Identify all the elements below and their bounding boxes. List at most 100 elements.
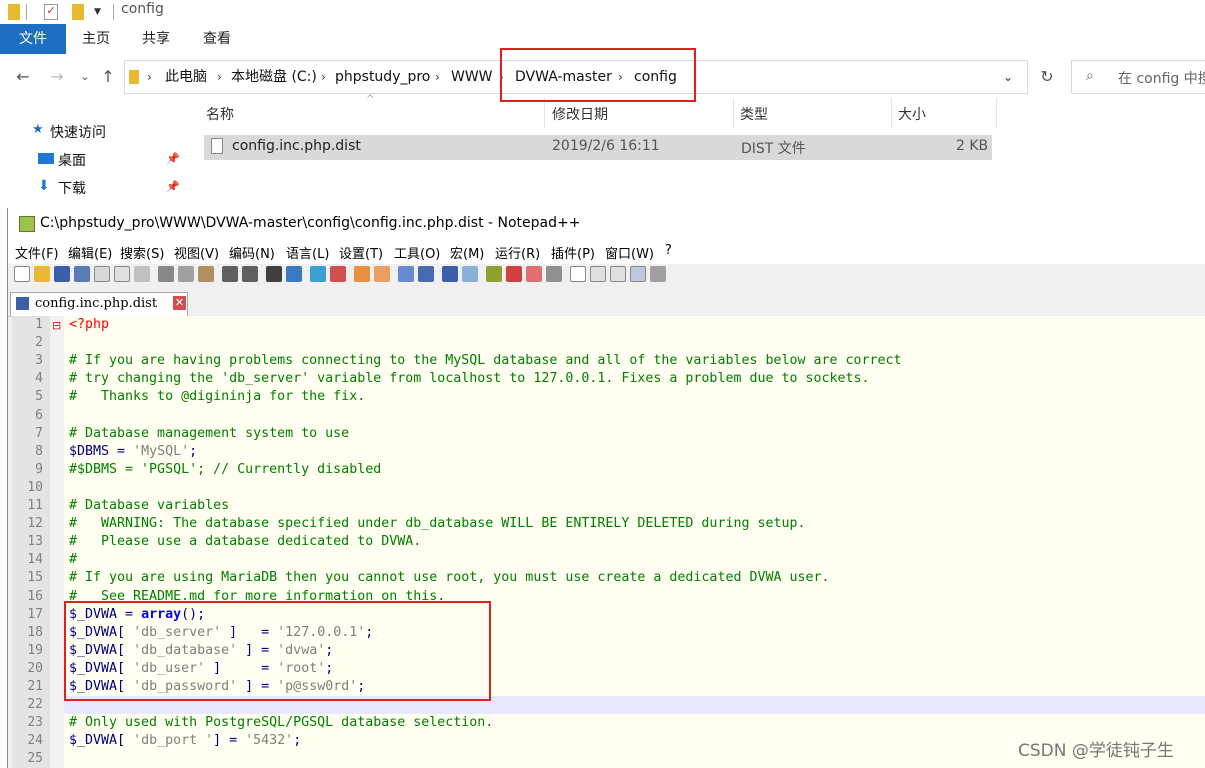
quick-access-dropdown-icon[interactable]: ▼ — [94, 4, 106, 20]
column-divider[interactable] — [891, 98, 892, 128]
line-number: 4 — [35, 371, 43, 387]
save-icon[interactable] — [54, 266, 70, 282]
copy-icon[interactable] — [178, 266, 194, 282]
menu-window[interactable]: 窗口(W) — [605, 243, 654, 262]
code-token: = — [109, 443, 134, 459]
play-macro-icon[interactable] — [610, 266, 626, 282]
address-dropdown-icon[interactable]: ⌄ — [1003, 61, 1013, 93]
breadcrumb-local-disk[interactable]: 本地磁盘 (C:) — [231, 61, 317, 93]
folder-icon — [129, 70, 139, 84]
new-folder-icon[interactable] — [72, 4, 84, 20]
table-row[interactable]: config.inc.php.dist 2019/2/6 16:11 DIST … — [204, 135, 992, 160]
properties-check-icon[interactable]: ✓ — [44, 4, 58, 20]
function-list-icon[interactable] — [506, 266, 522, 282]
menu-macro[interactable]: 宏(M) — [450, 243, 484, 262]
find-icon[interactable] — [266, 266, 282, 282]
code-line: # try changing the 'db_server' variable … — [69, 370, 870, 388]
save-all-icon[interactable] — [74, 266, 90, 282]
code-line: # Database management system to use — [69, 425, 349, 443]
chevron-right-icon[interactable]: › — [217, 61, 222, 93]
close-all-icon[interactable] — [114, 266, 130, 282]
code-token: # Database management system to use — [69, 425, 350, 441]
up-arrow-icon[interactable]: ↑ — [98, 64, 118, 90]
print-icon[interactable] — [134, 266, 150, 282]
back-arrow-icon[interactable]: ← — [10, 64, 36, 90]
tab-share[interactable]: 共享 — [136, 24, 176, 54]
sync-horizontal-icon[interactable] — [374, 266, 390, 282]
search-input[interactable]: ⌕ 在 config 中搜 — [1071, 60, 1205, 94]
sync-vertical-icon[interactable] — [354, 266, 370, 282]
cut-icon[interactable] — [158, 266, 174, 282]
chevron-right-icon[interactable]: › — [435, 61, 440, 93]
column-divider[interactable] — [996, 98, 997, 128]
line-number: 24 — [27, 733, 43, 749]
code-token: 'MySQL' — [133, 443, 190, 459]
forward-arrow-icon[interactable]: → — [44, 64, 70, 90]
menu-language[interactable]: 语言(L) — [286, 243, 329, 262]
replace-icon[interactable] — [286, 266, 302, 282]
word-wrap-icon[interactable] — [398, 266, 414, 282]
user-lang-icon[interactable] — [462, 266, 478, 282]
breadcrumb-this-pc[interactable]: 此电脑 — [165, 61, 207, 93]
column-header-size[interactable]: 大小 — [898, 104, 926, 124]
recent-dropdown-icon[interactable]: ⌄ — [76, 64, 94, 90]
nav-item-desktop[interactable]: 桌面 — [58, 150, 86, 170]
run-macro-multiple-icon[interactable] — [630, 266, 646, 282]
tab-file[interactable]: 文件 — [0, 24, 66, 54]
menu-run[interactable]: 运行(R) — [495, 243, 540, 262]
chevron-right-icon[interactable]: › — [147, 61, 152, 93]
redo-icon[interactable] — [242, 266, 258, 282]
menu-file[interactable]: 文件(F) — [15, 243, 59, 262]
folder-as-workspace-icon[interactable] — [526, 266, 542, 282]
menu-settings[interactable]: 设置(T) — [339, 243, 383, 262]
menu-search[interactable]: 搜索(S) — [120, 243, 164, 262]
new-file-icon[interactable] — [14, 266, 30, 282]
record-macro-icon[interactable] — [570, 266, 586, 282]
menu-view[interactable]: 视图(V) — [174, 243, 219, 262]
tab-view[interactable]: 查看 — [197, 24, 237, 54]
menu-tools[interactable]: 工具(O) — [394, 243, 440, 262]
close-file-icon[interactable] — [94, 266, 110, 282]
fold-minus-icon[interactable]: ⊟ — [52, 319, 61, 332]
code-line: # Thanks to @digininja for the fix. — [69, 388, 365, 406]
pin-icon[interactable]: 📌 — [166, 180, 180, 193]
column-divider[interactable] — [733, 98, 734, 128]
menu-edit[interactable]: 编辑(E) — [68, 243, 112, 262]
menu-plugins[interactable]: 插件(P) — [551, 243, 595, 262]
nav-item-downloads[interactable]: 下载 — [58, 178, 86, 198]
chevron-right-icon[interactable]: › — [321, 61, 326, 93]
close-tab-icon[interactable]: ✕ — [173, 296, 186, 310]
zoom-out-icon[interactable] — [330, 266, 346, 282]
column-header-name[interactable]: 名称 — [206, 104, 234, 124]
undo-icon[interactable] — [222, 266, 238, 282]
open-file-icon[interactable] — [34, 266, 50, 282]
breadcrumb-phpstudy[interactable]: phpstudy_pro — [335, 61, 430, 93]
menu-help[interactable]: ? — [665, 243, 672, 258]
npp-toolbar — [8, 264, 1205, 288]
column-divider[interactable] — [544, 98, 545, 128]
tab-config-inc-php-dist[interactable]: config.inc.php.dist ✕ — [10, 292, 188, 316]
tab-home[interactable]: 主页 — [76, 24, 116, 54]
code-token: [ — [117, 733, 134, 749]
paste-icon[interactable] — [198, 266, 214, 282]
line-number: 1 — [35, 317, 43, 332]
nav-item-quick-access[interactable]: 快速访问 — [50, 122, 106, 142]
save-macro-icon[interactable] — [650, 266, 666, 282]
pin-icon[interactable]: 📌 — [166, 152, 180, 165]
breadcrumb-www[interactable]: WWW — [451, 61, 493, 93]
column-header-date[interactable]: 修改日期 — [552, 104, 608, 124]
stop-macro-icon[interactable] — [590, 266, 606, 282]
monitoring-icon[interactable] — [546, 266, 562, 282]
doc-map-icon[interactable] — [486, 266, 502, 282]
menu-encoding[interactable]: 编码(N) — [229, 243, 275, 262]
column-header-type[interactable]: 类型 — [740, 104, 768, 124]
file-name[interactable]: config.inc.php.dist — [232, 138, 361, 154]
line-number: 12 — [27, 516, 43, 532]
code-token: ; — [293, 733, 302, 749]
refresh-icon[interactable]: ↻ — [1034, 64, 1060, 90]
line-number: 2 — [35, 335, 43, 351]
code-token: # — [69, 552, 78, 568]
zoom-in-icon[interactable] — [310, 266, 326, 282]
indent-guide-icon[interactable] — [442, 266, 458, 282]
show-all-chars-icon[interactable] — [418, 266, 434, 282]
